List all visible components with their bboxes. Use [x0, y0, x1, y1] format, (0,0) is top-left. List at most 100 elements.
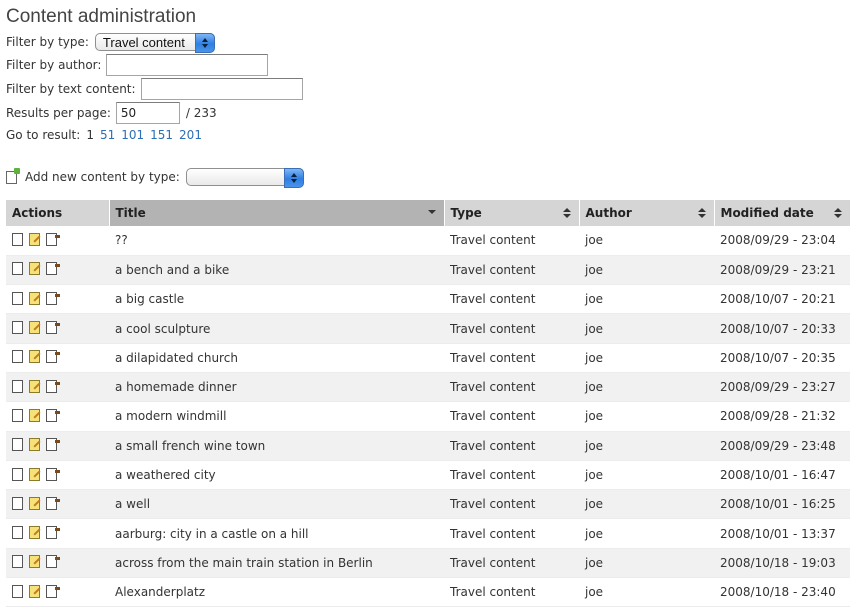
duplicate-icon[interactable]: [46, 350, 60, 364]
filter-text-input[interactable]: [140, 78, 303, 100]
edit-icon[interactable]: [29, 291, 40, 305]
row-type: Travel content: [444, 401, 579, 432]
row-actions: [6, 577, 109, 608]
row-author: joe: [579, 460, 714, 491]
col-header-type-label: Type: [450, 206, 482, 220]
edit-icon[interactable]: [29, 584, 40, 598]
row-actions: [6, 226, 109, 256]
edit-icon[interactable]: [29, 262, 40, 276]
filter-type-select[interactable]: Travel content: [94, 33, 215, 53]
duplicate-icon[interactable]: [46, 379, 60, 393]
duplicate-icon[interactable]: [46, 555, 60, 569]
view-icon[interactable]: [12, 467, 23, 481]
col-header-author[interactable]: Author: [579, 200, 715, 226]
col-header-author-label: Author: [585, 206, 632, 220]
view-icon[interactable]: [12, 526, 23, 540]
duplicate-icon[interactable]: [46, 526, 60, 540]
row-type: Travel content: [444, 518, 579, 549]
row-modified-date: 2008/09/29 - 23:48: [714, 431, 850, 461]
page-link-201[interactable]: 201: [179, 128, 202, 142]
view-icon[interactable]: [12, 584, 23, 598]
duplicate-icon[interactable]: [46, 438, 60, 452]
add-new-row: Add new content by type:: [6, 166, 304, 188]
edit-icon[interactable]: [29, 526, 40, 540]
view-icon[interactable]: [12, 555, 23, 569]
duplicate-icon[interactable]: [46, 467, 60, 481]
row-actions: [6, 284, 109, 315]
select-arrows-icon: [283, 168, 304, 188]
results-per-page-input[interactable]: 50: [115, 102, 180, 124]
add-new-select[interactable]: [185, 168, 304, 188]
view-icon[interactable]: [12, 438, 23, 452]
row-type: Travel content: [444, 313, 579, 344]
row-author: joe: [579, 255, 714, 286]
row-modified-date: 2008/10/01 - 16:47: [714, 460, 850, 491]
col-header-type[interactable]: Type: [444, 200, 580, 226]
page-link-101[interactable]: 101: [121, 128, 144, 142]
edit-icon[interactable]: [29, 555, 40, 569]
row-author: joe: [579, 401, 714, 432]
filter-author-input[interactable]: [106, 54, 269, 76]
page-title: Content administration: [6, 6, 197, 27]
view-icon[interactable]: [12, 291, 23, 305]
row-title: a well: [109, 489, 444, 520]
duplicate-icon[interactable]: [46, 262, 60, 276]
content-table: Actions Title Type Author Modified date: [6, 200, 851, 608]
edit-icon[interactable]: [29, 379, 40, 393]
row-title: a bench and a bike: [109, 255, 444, 286]
edit-icon[interactable]: [29, 496, 40, 510]
view-icon[interactable]: [12, 262, 23, 276]
duplicate-icon[interactable]: [46, 584, 60, 598]
row-actions: [6, 518, 109, 549]
view-icon[interactable]: [12, 232, 23, 246]
duplicate-icon[interactable]: [46, 321, 60, 335]
col-header-modified-date[interactable]: Modified date: [714, 200, 851, 226]
table-row: across from the main train station in Be…: [6, 548, 850, 579]
edit-icon[interactable]: [29, 438, 40, 452]
row-title: aarburg: city in a castle on a hill: [109, 518, 444, 549]
edit-icon[interactable]: [29, 321, 40, 335]
table-row: Alexanderplatz Travel content joe 2008/10/1…: [6, 577, 850, 608]
row-actions: [6, 401, 109, 432]
table-row: ?? Travel content joe 2008/09/29 - 23:04: [6, 226, 850, 256]
edit-icon[interactable]: [29, 408, 40, 422]
table-row: a homemade dinner Travel content joe 2008/0…: [6, 372, 850, 403]
table-row: a cool sculpture Travel content joe 2008/10…: [6, 313, 850, 344]
row-title: a cool sculpture: [109, 313, 444, 344]
edit-icon[interactable]: [29, 350, 40, 364]
row-type: Travel content: [444, 548, 579, 579]
row-title: a weathered city: [109, 460, 444, 491]
table-row: a small french wine town Travel content jo…: [6, 431, 850, 461]
row-type: Travel content: [444, 577, 579, 608]
view-icon[interactable]: [12, 321, 23, 335]
table-row: a well Travel content joe 2008/10/01 - 16:2…: [6, 489, 850, 520]
view-icon[interactable]: [12, 496, 23, 510]
row-modified-date: 2008/09/29 - 23:21: [714, 255, 850, 286]
edit-icon[interactable]: [29, 467, 40, 481]
table-row: a modern windmill Travel content joe 2008/0…: [6, 401, 850, 432]
col-header-title-label: Title: [115, 206, 146, 220]
sort-icon: [697, 208, 706, 218]
row-title: a dilapidated church: [109, 343, 444, 373]
page-link-51[interactable]: 51: [100, 128, 115, 142]
edit-icon[interactable]: [29, 232, 40, 246]
filter-text-row: Filter by text content:: [6, 78, 303, 100]
duplicate-icon[interactable]: [46, 408, 60, 422]
col-header-title[interactable]: Title: [109, 200, 445, 226]
page-link-151[interactable]: 151: [150, 128, 173, 142]
duplicate-icon[interactable]: [46, 291, 60, 305]
row-title: a homemade dinner: [109, 372, 444, 403]
row-title: Alexanderplatz: [109, 577, 444, 608]
row-author: joe: [579, 313, 714, 344]
duplicate-icon[interactable]: [46, 232, 60, 246]
filter-text-label: Filter by text content:: [6, 82, 136, 96]
sort-icon: [562, 208, 571, 218]
row-author: joe: [579, 577, 714, 608]
duplicate-icon[interactable]: [46, 496, 60, 510]
view-icon[interactable]: [12, 408, 23, 422]
view-icon[interactable]: [12, 379, 23, 393]
row-modified-date: 2008/10/07 - 20:35: [714, 343, 850, 373]
view-icon[interactable]: [12, 350, 23, 364]
row-modified-date: 2008/10/01 - 13:37: [714, 518, 850, 549]
table-row: a big castle Travel content joe 2008/10/07 …: [6, 284, 850, 315]
